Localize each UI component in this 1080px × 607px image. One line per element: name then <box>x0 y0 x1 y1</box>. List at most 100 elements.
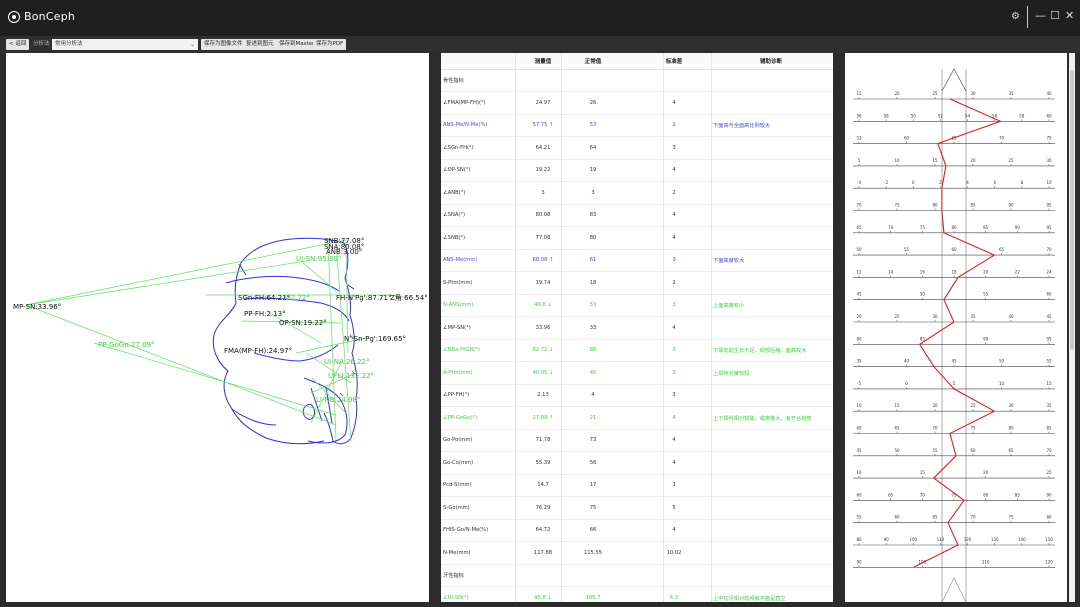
scale-tick-label: 35 <box>856 359 862 364</box>
cell-normal: 21 <box>589 414 597 421</box>
table-row[interactable]: 骨性指标 <box>441 69 833 92</box>
table-row[interactable]: ∠PP-GoGn(°) 27.09 ↑ 21 4 上下颌骨相对较陡，或离散大，有开合趋势 <box>441 407 833 430</box>
scale-tick-label: 80 <box>1046 515 1052 520</box>
measurement-label: FH-N'Pg':87.71° <box>336 294 391 302</box>
cell-name: N-ANS(mm) <box>443 302 474 308</box>
cell-normal: 17 <box>589 482 597 488</box>
table-row[interactable]: ∠PP-FH(°) 2.13 4 3 <box>441 384 833 407</box>
table-row[interactable]: Pcd-S(mm) 14.7 17 3 <box>441 474 833 497</box>
minimize-icon[interactable]: — <box>1035 9 1046 22</box>
cell-sd: 2 <box>672 122 676 128</box>
cell-name: S-Ptm(mm) <box>443 279 473 286</box>
table-row[interactable]: ∠NBa-PtGN(°) 82.72 ↓ 88 3 下颌向前生长不足、颏部后缩、面高较大 <box>441 339 833 362</box>
scale-tick-label: 30 <box>1046 158 1052 163</box>
scale-tick-label: 53 <box>856 136 862 141</box>
scale-tick-label: 20 <box>983 269 989 274</box>
scale-tick-label: 20 <box>970 158 976 163</box>
table-row[interactable]: Go-Co(mm) 55.39 56 4 <box>441 452 833 475</box>
scale-tick-label: 110 <box>982 559 990 564</box>
cell-name: ANS-Me/N-Me(%) <box>443 122 488 128</box>
cell-name: ∠NBa-PtGN(°) <box>443 347 480 353</box>
measurement-label: Z角:66.54° <box>390 293 428 302</box>
scale-tick-label: 80 <box>856 336 862 341</box>
cell-normal: 105.7 <box>585 594 601 601</box>
scale-tick-label: 120 <box>1045 559 1053 564</box>
table-row[interactable]: ∠SNA(°) 80.08 83 4 <box>441 204 833 227</box>
scale-tick-label: 120 <box>964 537 972 542</box>
cell-normal: 3 <box>591 189 595 196</box>
scale-tick-label: 25 <box>1008 158 1014 163</box>
scale-tick-label: 4 <box>966 180 969 185</box>
scale-tick-label: 95 <box>1046 336 1052 341</box>
settings-gear-icon[interactable]: ⚙ <box>1011 11 1020 22</box>
back-button[interactable]: < 返回 <box>6 39 30 50</box>
table-row[interactable]: ∠OP-SN(°) 19.22 19 4 <box>441 159 833 182</box>
scrollbar-thumb[interactable] <box>1070 70 1074 350</box>
table-row[interactable]: ∠SNB(°) 77.08 80 4 <box>441 227 833 250</box>
cell-name: ANS-Me(mm) <box>443 257 478 263</box>
save-image-button[interactable]: 保存为图像文件 <box>201 39 246 50</box>
table-row[interactable]: Go-Po(mm) 71.78 73 4 <box>441 429 833 452</box>
table-row[interactable]: A-Ptm(mm) 40.95 ↓ 45 3 上颌骨长度较短 <box>441 362 833 385</box>
save-measure-button[interactable]: 复述到图元 <box>243 39 277 50</box>
table-row[interactable]: 牙性指标 <box>441 564 833 587</box>
ceph-tracing-svg: SNB:77.08°SNA:80.08°ANB:3.00°UI-SN:95.80… <box>13 237 428 445</box>
scale-tick-label: 70 <box>970 515 976 520</box>
table-row[interactable]: S-Go(mm) 76.29 75 5 <box>441 497 833 520</box>
table-row[interactable]: N-ANS(mm) 49.6 ↓ 53 3 上面高度较小 <box>441 294 833 317</box>
cell-name: ∠SNB(°) <box>443 234 466 241</box>
cell-normal: 61 <box>589 257 597 263</box>
table-row[interactable]: ∠MP-SN(°) 33.96 33 4 <box>441 317 833 340</box>
scale-tick-label: 15 <box>1046 381 1052 386</box>
maximize-icon[interactable]: ☐ <box>1050 9 1060 22</box>
scale-tick-label: 75 <box>1046 136 1052 141</box>
scale-tick-label: -4 <box>857 180 861 185</box>
scale-tick-label: 90 <box>1015 225 1021 230</box>
cell-name: 骨性指标 <box>443 78 464 84</box>
analysis-select[interactable]: 常用分析法 ⌄ <box>52 39 198 50</box>
scale-tick-label: 15 <box>856 91 862 96</box>
scale-tick-label: 70 <box>932 426 938 431</box>
scale-tick-label: 40 <box>1008 314 1014 319</box>
cell-normal: 45 <box>589 369 597 376</box>
tracing-canvas[interactable]: SNB:77.08° SNA:80.08° ANB:3.00° UI-SN:95.80… <box>6 53 429 602</box>
scale-tick-label: 80 <box>1008 426 1014 431</box>
cell-sd: 6.3 <box>669 594 679 601</box>
scale-tick-label: 85 <box>1046 426 1052 431</box>
table-row[interactable]: N-Me(mm) 117.88 115.55 10.02 <box>441 542 833 565</box>
table-row[interactable]: ∠FMA(MP-FH)(°) 24.97 26 4 <box>441 92 833 115</box>
scale-tick-label: 50 <box>920 292 926 297</box>
cell-name: ∠PP-FH(°) <box>443 392 470 398</box>
scale-tick-label: 75 <box>894 203 900 208</box>
scale-tick-label: 25 <box>1046 470 1052 475</box>
scale-tick-label: 20 <box>894 91 900 96</box>
cell-sd: 4 <box>672 212 676 218</box>
scale-tick-label: 56 <box>856 113 862 118</box>
scale-tick-label: 80 <box>932 203 938 208</box>
cell-name: ∠UI-SN(°) <box>443 594 469 601</box>
cell-sd: 4 <box>672 99 676 106</box>
table-row[interactable]: ∠ANB(°) 3 3 2 <box>441 182 833 205</box>
measurement-label: UI-NA:26.22° <box>324 358 370 366</box>
scale-tick-label: 52 <box>938 113 944 118</box>
save-master-button[interactable]: 保存到Master <box>276 39 318 50</box>
scale-tick-label: 75 <box>970 426 976 431</box>
scale-tick-label: 50 <box>911 113 917 118</box>
scale-tick-label: 55 <box>983 292 989 297</box>
table-row[interactable]: ∠UI-SN(°) 95.8 ↓ 105.7 6.3 上中切牙相对前颅底平面呈直立 <box>441 587 833 603</box>
scale-tick-label: 70 <box>888 225 894 230</box>
save-pdf-button[interactable]: 保存为PDF <box>313 39 347 50</box>
scale-tick-label: 8 <box>1021 180 1024 185</box>
cell-sd: 4 <box>672 527 676 533</box>
table-row[interactable]: ∠SGn-FH(°) 64.21 64 3 <box>441 137 833 160</box>
scale-tick-label: 5 <box>953 381 956 386</box>
table-row[interactable]: FHIS-Go/N-Me(%) 64.72 66 4 <box>441 519 833 542</box>
scale-tick-label: 10 <box>856 470 862 475</box>
table-row[interactable]: S-Ptm(mm) 19.74 18 2 <box>441 272 833 295</box>
table-row[interactable]: ANS-Me/N-Me(%) 57.75 ↑ 53 2 下面高与全面高比例较大 <box>441 114 833 137</box>
close-icon[interactable]: ✕ <box>1065 9 1074 22</box>
cell-diagnosis: 下面高与全面高比例较大 <box>713 123 771 129</box>
table-row[interactable]: ANS-Me(mm) 68.08 ↑ 61 3 下面高度较大 <box>441 249 833 272</box>
scale-tick-label: 85 <box>983 225 989 230</box>
scale-tick-label: 95 <box>1046 225 1052 230</box>
